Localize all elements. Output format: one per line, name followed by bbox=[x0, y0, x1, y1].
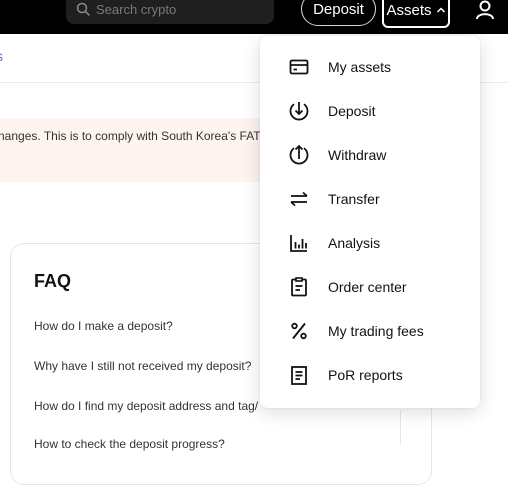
assets-dropdown-menu: My assets Deposit Withdraw Transfer Anal… bbox=[260, 36, 480, 408]
faq-question[interactable]: How to check the deposit progress? bbox=[34, 437, 225, 451]
assets-button-label: Assets bbox=[386, 1, 432, 19]
faq-title: FAQ bbox=[34, 271, 72, 291]
menu-item-label: Withdraw bbox=[328, 147, 387, 163]
divider bbox=[400, 410, 401, 444]
menu-item-deposit[interactable]: Deposit bbox=[260, 89, 480, 133]
menu-item-label: My assets bbox=[328, 59, 392, 75]
withdraw-arrow-icon bbox=[288, 144, 310, 166]
percent-icon bbox=[288, 320, 310, 342]
notice-text: nanges. This is to comply with South Kor… bbox=[0, 129, 268, 143]
menu-item-label: Transfer bbox=[328, 191, 380, 207]
transfer-icon bbox=[288, 188, 310, 210]
search-input[interactable] bbox=[96, 1, 266, 17]
faq-question[interactable]: Why have I still not received my deposit… bbox=[34, 359, 251, 373]
wallet-icon bbox=[288, 56, 310, 78]
assets-menu-button[interactable]: Assets bbox=[382, 0, 450, 28]
faq-question[interactable]: How do I make a deposit? bbox=[34, 319, 173, 333]
menu-item-my-assets[interactable]: My assets bbox=[260, 45, 480, 89]
menu-item-transfer[interactable]: Transfer bbox=[260, 177, 480, 221]
bar-chart-icon bbox=[288, 232, 310, 254]
menu-item-label: Deposit bbox=[328, 103, 376, 119]
deposit-arrow-icon bbox=[288, 100, 310, 122]
menu-item-label: My trading fees bbox=[328, 323, 424, 339]
menu-item-label: Order center bbox=[328, 279, 407, 295]
faq-question[interactable]: How do I find my deposit address and tag… bbox=[34, 399, 258, 413]
menu-item-trading-fees[interactable]: My trading fees bbox=[260, 309, 480, 353]
search-box[interactable] bbox=[66, 0, 274, 24]
search-icon bbox=[76, 2, 90, 16]
menu-item-analysis[interactable]: Analysis bbox=[260, 221, 480, 265]
deposit-button-label: Deposit bbox=[313, 0, 364, 18]
top-navigation-bar: Deposit Assets bbox=[0, 0, 508, 34]
report-icon bbox=[288, 364, 310, 386]
chevron-up-icon bbox=[436, 7, 445, 13]
compliance-notice-banner: nanges. This is to comply with South Kor… bbox=[0, 118, 290, 182]
menu-item-withdraw[interactable]: Withdraw bbox=[260, 133, 480, 177]
menu-item-label: PoR reports bbox=[328, 367, 403, 383]
deposit-button[interactable]: Deposit bbox=[301, 0, 376, 26]
clipboard-icon bbox=[288, 276, 310, 298]
user-icon[interactable] bbox=[475, 0, 495, 20]
subnav-tab[interactable]: s bbox=[0, 48, 3, 64]
menu-item-por-reports[interactable]: PoR reports bbox=[260, 353, 480, 397]
menu-item-order-center[interactable]: Order center bbox=[260, 265, 480, 309]
menu-item-label: Analysis bbox=[328, 235, 381, 251]
